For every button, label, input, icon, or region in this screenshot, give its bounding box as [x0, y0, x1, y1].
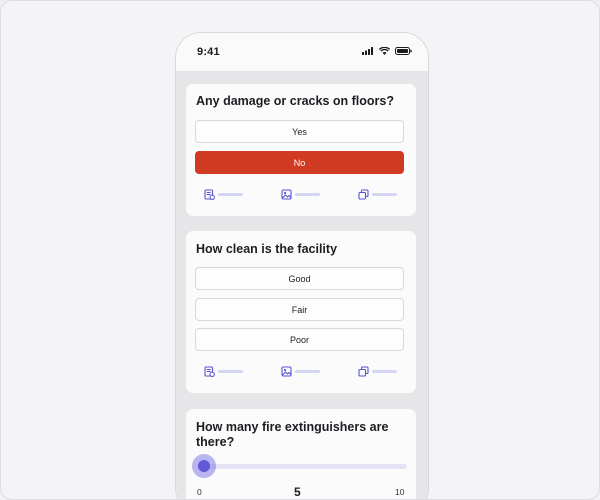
inspection-form[interactable]: Any damage or cracks on floors? Yes No H… [176, 71, 428, 499]
slider-max-label: 10 [395, 487, 405, 497]
option-fair[interactable]: Fair [195, 298, 404, 321]
cellular-signal-icon [362, 47, 373, 55]
question-actions [186, 189, 416, 203]
slider-thumb-center [198, 460, 210, 472]
add-note-action[interactable] [204, 189, 243, 200]
action-placeholder-bar [218, 370, 243, 373]
status-bar: 9:41 [176, 33, 428, 71]
option-no[interactable]: No [195, 151, 404, 174]
option-yes[interactable]: Yes [195, 120, 404, 143]
question-card-cleanliness: How clean is the facility Good Fair Poor [186, 231, 416, 393]
add-image-action[interactable] [281, 189, 320, 200]
canvas: 9:41 Any damage or cracks on floors? Yes… [0, 0, 600, 500]
slider-value: 5 [294, 485, 301, 499]
battery-icon [395, 47, 412, 55]
image-icon [281, 189, 292, 200]
question-title: How clean is the facility [196, 242, 338, 256]
wifi-icon [379, 47, 390, 55]
action-placeholder-bar [372, 193, 397, 196]
copy-icon [358, 189, 369, 200]
image-icon [281, 366, 292, 377]
note-icon [204, 366, 215, 377]
question-title: Any damage or cracks on floors? [196, 94, 394, 108]
copy-icon [358, 366, 369, 377]
add-note-action[interactable] [204, 366, 243, 377]
slider-track[interactable] [204, 464, 407, 469]
note-icon [204, 189, 215, 200]
question-card-floor-damage: Any damage or cracks on floors? Yes No [186, 84, 416, 216]
duplicate-action[interactable] [358, 189, 397, 200]
action-placeholder-bar [218, 193, 243, 196]
add-image-action[interactable] [281, 366, 320, 377]
duplicate-action[interactable] [358, 366, 397, 377]
status-time: 9:41 [197, 46, 220, 58]
preview-frame: 9:41 Any damage or cracks on floors? Yes… [0, 0, 600, 500]
question-actions [186, 366, 416, 380]
slider-thumb[interactable] [192, 454, 216, 478]
option-good[interactable]: Good [195, 267, 404, 290]
action-placeholder-bar [295, 370, 320, 373]
option-poor[interactable]: Poor [195, 328, 404, 351]
status-icons [362, 47, 412, 55]
slider-min-label: 0 [197, 487, 202, 497]
phone-mockup: 9:41 Any damage or cracks on floors? Yes… [175, 32, 429, 499]
action-placeholder-bar [295, 193, 320, 196]
question-title: How many fire extinguishers are there? [196, 420, 389, 449]
question-card-fire-extinguishers: How many fire extinguishers are there? 0… [186, 409, 416, 499]
action-placeholder-bar [372, 370, 397, 373]
